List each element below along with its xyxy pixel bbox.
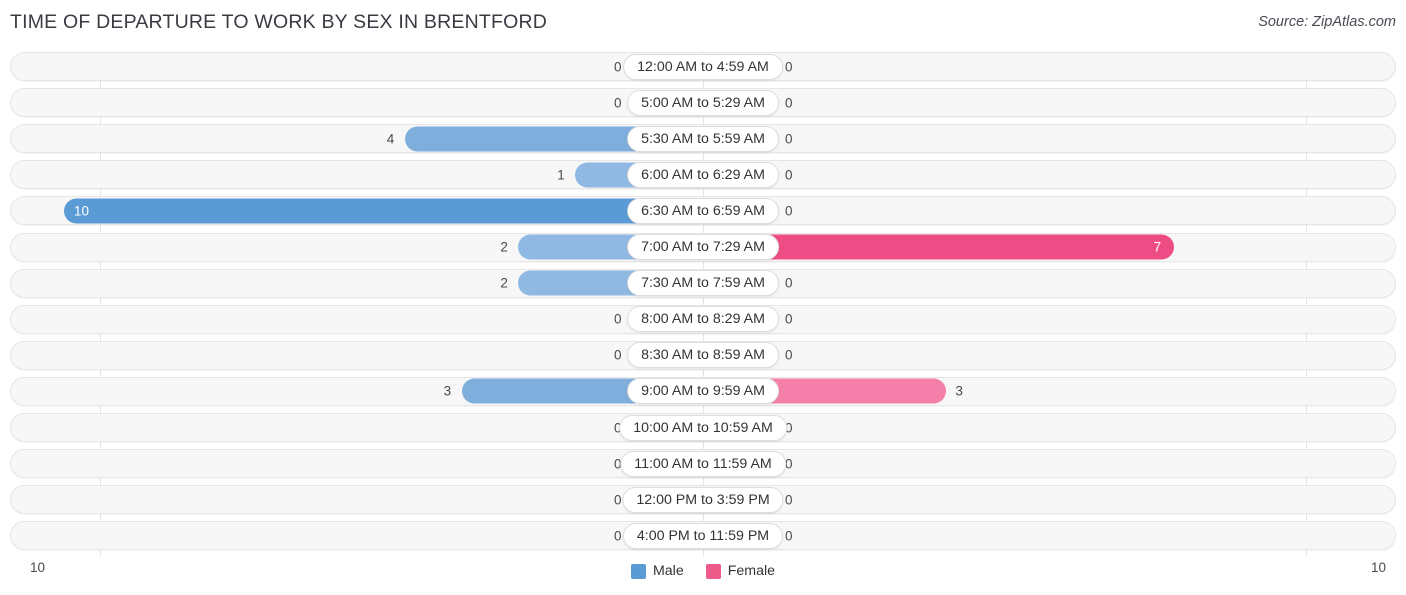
row-content: 0 0 8:30 AM to 8:59 AM [11, 342, 1395, 369]
table-row[interactable]: 0 0 12:00 AM to 4:59 AM [10, 52, 1396, 81]
source-attribution: Source: ZipAtlas.com [1258, 14, 1396, 30]
category-label: 5:30 AM to 5:59 AM [627, 125, 779, 152]
category-label: 8:00 AM to 8:29 AM [627, 306, 779, 333]
table-row[interactable]: 4 0 5:30 AM to 5:59 AM [10, 124, 1396, 154]
table-row[interactable]: 0 0 4:00 PM to 11:59 PM [10, 521, 1396, 551]
row-content: 2 7 7:00 AM to 7:29 AM [11, 234, 1395, 261]
bar-male[interactable] [64, 198, 704, 224]
table-row[interactable]: 3 3 9:00 AM to 9:59 AM [10, 376, 1396, 406]
chart-legend: Male Female [0, 560, 1406, 582]
value-label-male: 0 [614, 58, 622, 74]
legend-swatch-male-icon [630, 563, 646, 579]
value-label-female: 0 [785, 311, 793, 327]
value-label-male: 3 [443, 383, 452, 399]
bar-rows: 0 0 12:00 AM to 4:59 AM 0 0 5:00 AM to 5:29 A… [10, 51, 1396, 556]
chart-header: TIME OF DEPARTURE TO WORK BY SEX IN BREN… [0, 0, 1406, 44]
value-label-male: 0 [614, 94, 622, 110]
table-row[interactable]: 10 0 6:30 AM to 6:59 AM [10, 196, 1396, 226]
category-label: 12:00 PM to 3:59 PM [622, 486, 784, 513]
category-label: 7:30 AM to 7:59 AM [627, 270, 779, 297]
category-label: 6:00 AM to 6:29 AM [627, 161, 779, 188]
row-content: 3 3 9:00 AM to 9:59 AM [11, 378, 1395, 405]
row-content: 1 0 6:00 AM to 6:29 AM [11, 161, 1395, 188]
value-label-female: 0 [785, 275, 793, 291]
table-row[interactable]: 0 0 5:00 AM to 5:29 AM [10, 88, 1396, 118]
row-content: 0 0 5:00 AM to 5:29 AM [11, 89, 1395, 116]
row-content: 2 0 7:30 AM to 7:59 AM [11, 270, 1395, 297]
value-label-female: 0 [785, 528, 793, 544]
value-label-female: 0 [785, 203, 793, 219]
table-row[interactable]: 1 0 6:00 AM to 6:29 AM [10, 160, 1396, 190]
value-label-female: 7 [1153, 239, 1162, 255]
value-label-male: 0 [614, 528, 622, 544]
legend-item-male[interactable]: Male [630, 563, 684, 579]
table-row[interactable]: 2 7 7:00 AM to 7:29 AM [10, 232, 1396, 262]
row-content: 0 0 12:00 PM to 3:59 PM [11, 486, 1395, 513]
table-row[interactable]: 0 0 8:00 AM to 8:29 AM [10, 304, 1396, 334]
table-row[interactable]: 0 0 11:00 AM to 11:59 AM [10, 449, 1396, 479]
category-label: 9:00 AM to 9:59 AM [627, 378, 779, 405]
value-label-female: 0 [785, 455, 793, 471]
value-label-female: 0 [785, 167, 793, 183]
table-row[interactable]: 0 0 10:00 AM to 10:59 AM [10, 413, 1396, 442]
category-label: 6:30 AM to 6:59 AM [627, 197, 779, 224]
value-label-male: 0 [614, 311, 622, 327]
table-row[interactable]: 0 0 8:30 AM to 8:59 AM [10, 340, 1396, 370]
category-label: 5:00 AM to 5:29 AM [627, 89, 779, 116]
chart-plot-area: 0 0 12:00 AM to 4:59 AM 0 0 5:00 AM to 5:29 A… [10, 51, 1396, 556]
row-content: 0 0 11:00 AM to 11:59 AM [11, 450, 1395, 477]
row-content: 10 0 6:30 AM to 6:59 AM [11, 197, 1395, 224]
row-content: 0 0 4:00 PM to 11:59 PM [11, 522, 1395, 549]
table-row[interactable]: 2 0 7:30 AM to 7:59 AM [10, 268, 1396, 298]
value-label-male: 1 [557, 167, 565, 183]
category-label: 12:00 AM to 4:59 AM [623, 53, 783, 80]
value-label-female: 0 [785, 94, 793, 110]
legend-label-female: Female [727, 563, 776, 579]
value-label-female: 0 [785, 491, 793, 507]
value-label-female: 0 [785, 130, 793, 146]
category-label: 11:00 AM to 11:59 AM [620, 450, 786, 477]
category-label: 8:30 AM to 8:59 AM [627, 342, 779, 369]
value-label-male: 2 [500, 239, 508, 255]
category-label: 10:00 AM to 10:59 AM [619, 414, 787, 441]
category-label: 7:00 AM to 7:29 AM [627, 234, 779, 260]
category-label: 4:00 PM to 11:59 PM [622, 522, 784, 549]
value-label-female: 0 [785, 58, 793, 74]
row-content: 0 0 12:00 AM to 4:59 AM [11, 53, 1395, 80]
value-label-male: 2 [500, 275, 508, 291]
row-content: 0 0 10:00 AM to 10:59 AM [11, 414, 1395, 441]
value-label-female: 0 [785, 347, 793, 363]
legend-swatch-female-icon [705, 563, 721, 579]
value-label-male: 0 [614, 347, 622, 363]
value-label-male: 0 [614, 491, 622, 507]
row-content: 0 0 8:00 AM to 8:29 AM [11, 306, 1395, 333]
legend-label-male: Male [652, 563, 684, 579]
legend-item-female[interactable]: Female [705, 563, 776, 579]
value-label-male: 4 [386, 130, 395, 146]
page-title: TIME OF DEPARTURE TO WORK BY SEX IN BREN… [10, 11, 548, 33]
value-label-male: 10 [74, 203, 90, 219]
table-row[interactable]: 0 0 12:00 PM to 3:59 PM [10, 485, 1396, 515]
value-label-female: 3 [955, 383, 963, 399]
row-content: 4 0 5:30 AM to 5:59 AM [11, 125, 1395, 152]
